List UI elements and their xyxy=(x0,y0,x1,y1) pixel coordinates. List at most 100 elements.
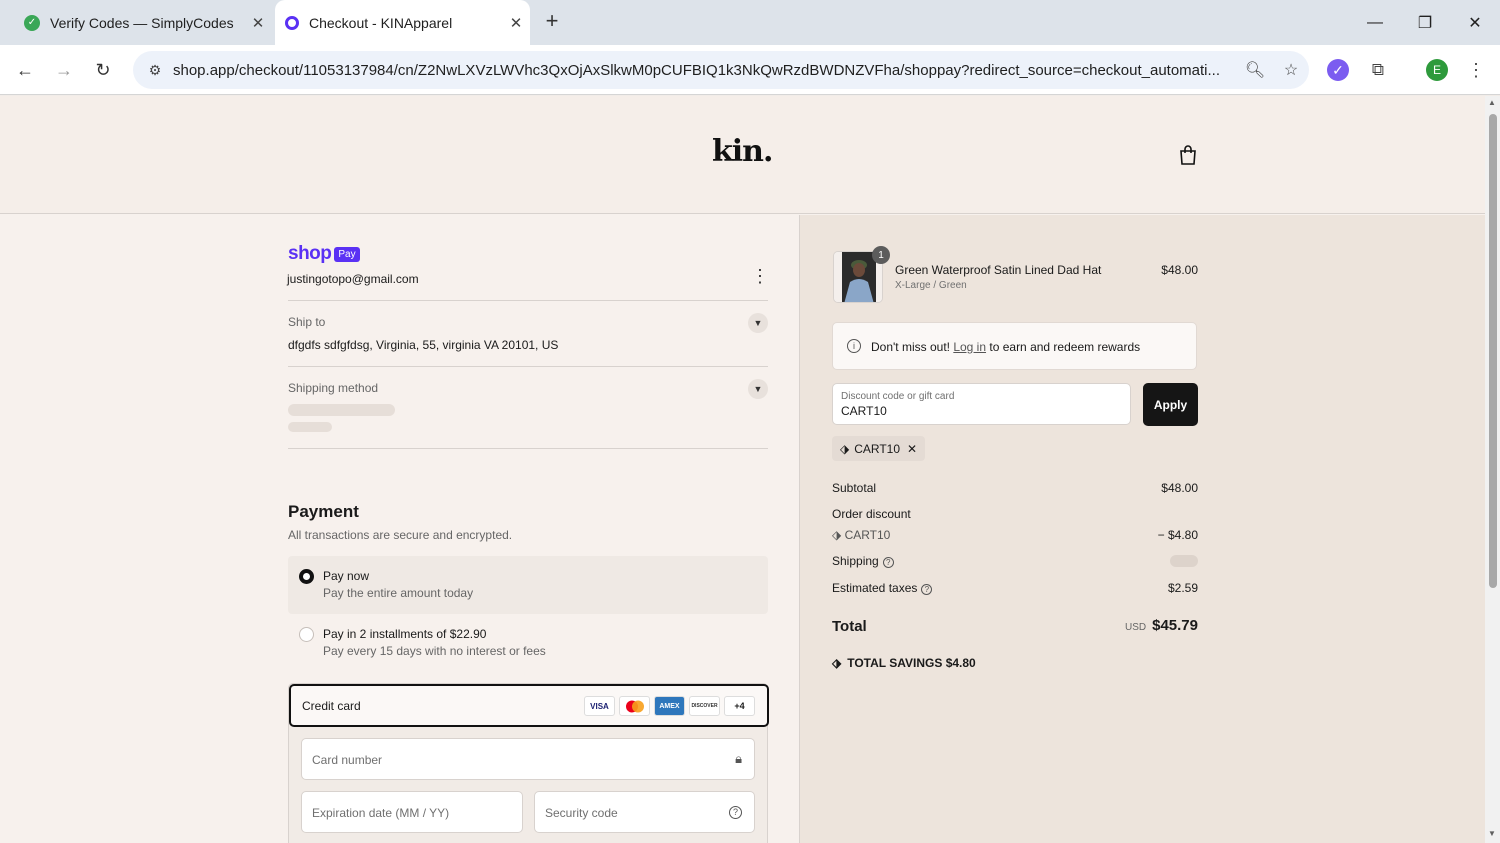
notice-suffix: to earn and redeem rewards xyxy=(989,340,1141,354)
total-savings: ⬗ TOTAL SAVINGS $4.80 xyxy=(832,656,976,670)
option-title: Pay now xyxy=(323,569,370,583)
credit-card-label: Credit card xyxy=(302,699,361,713)
site-header: kin. xyxy=(0,96,1485,214)
help-icon[interactable]: ? xyxy=(729,806,742,819)
site-settings-icon[interactable]: ⚙ xyxy=(137,62,173,79)
taxes-row: Estimated taxes? xyxy=(832,581,933,595)
checkout-form: shop Pay justingotopo@gmail.com ⋮ Ship t… xyxy=(0,215,799,843)
payment-title: Payment xyxy=(288,502,359,521)
applied-discount-chip: ⬗ CART10 ✕ xyxy=(832,436,926,461)
total-amount: $45.79 xyxy=(1152,617,1198,634)
mastercard-icon xyxy=(619,696,650,716)
discount-code-input[interactable]: Discount code or gift card CART10 xyxy=(832,383,1131,425)
forward-icon[interactable]: → xyxy=(51,57,77,83)
notice-prefix: Don't miss out! xyxy=(871,340,950,354)
visa-icon: VISA xyxy=(584,696,615,716)
account-email: justingotopo@gmail.com xyxy=(287,272,419,286)
currency-code: USD xyxy=(1124,622,1147,633)
tab-simplycodes[interactable]: ✓ Verify Codes — SimplyCodes ✕ xyxy=(10,0,272,45)
pay-now-radio[interactable] xyxy=(299,569,314,584)
quantity-badge: 1 xyxy=(872,246,890,264)
tag-icon: ⬗ xyxy=(832,656,842,670)
profile-avatar[interactable]: E xyxy=(1426,59,1448,81)
help-icon[interactable]: ? xyxy=(921,584,933,595)
simplycodes-favicon-icon: ✓ xyxy=(24,14,40,31)
discount-field-value[interactable]: CART10 xyxy=(841,404,887,418)
expiration-date-field[interactable]: Expiration date (MM / YY) xyxy=(301,791,523,833)
minimize-icon[interactable]: — xyxy=(1350,0,1400,45)
info-icon: i xyxy=(847,339,861,353)
shopping-bag-icon[interactable] xyxy=(1178,144,1198,166)
divider xyxy=(288,300,768,301)
lock-icon: 🔒︎ xyxy=(735,751,742,766)
account-menu-icon[interactable]: ⋮ xyxy=(750,267,770,285)
new-tab-icon[interactable]: + xyxy=(540,10,564,34)
scroll-down-icon[interactable]: ▼ xyxy=(1488,829,1496,838)
ship-to-address: dfgdfs sdfgfdsg, Virginia, 55, virginia … xyxy=(288,338,559,352)
scroll-up-icon[interactable]: ▲ xyxy=(1488,98,1496,107)
savings-label: TOTAL SAVINGS xyxy=(847,656,943,670)
taxes-label: Estimated taxes xyxy=(832,581,918,595)
shipping-label: Shipping xyxy=(832,554,879,568)
browser-menu-icon[interactable]: ⋮ xyxy=(1465,59,1487,81)
browser-tab-bar: ✓ Verify Codes — SimplyCodes ✕ Checkout … xyxy=(0,0,1500,45)
product-variant: X-Large / Green xyxy=(895,280,967,291)
apply-button[interactable]: Apply xyxy=(1143,383,1198,426)
subtotal-label: Subtotal xyxy=(832,481,877,495)
page-scrollbar[interactable]: ▲ ▼ xyxy=(1485,96,1500,843)
option-subtitle: Pay the entire amount today xyxy=(323,586,474,600)
restore-icon[interactable]: ❐ xyxy=(1400,0,1450,45)
tag-icon: ⬗ xyxy=(832,528,845,542)
remove-discount-icon[interactable]: ✕ xyxy=(907,442,917,456)
help-icon[interactable]: ? xyxy=(882,557,894,568)
tab-title: Verify Codes — SimplyCodes xyxy=(50,14,234,31)
rewards-notice: i Don't miss out! Log in to earn and red… xyxy=(832,322,1197,370)
scroll-thumb[interactable] xyxy=(1489,114,1497,588)
loading-skeleton xyxy=(288,422,332,432)
tab-checkout[interactable]: Checkout - KINApparel ✕ xyxy=(275,0,530,45)
shop-favicon-icon xyxy=(285,15,299,30)
chevron-down-icon[interactable]: ▼ xyxy=(748,313,768,333)
card-number-field[interactable]: Card number 🔒︎ xyxy=(301,738,755,780)
divider xyxy=(288,448,768,449)
tag-icon: ⬗ xyxy=(840,441,850,456)
shipping-method-label: Shipping method xyxy=(288,381,379,395)
pay-in-installments-option[interactable]: Pay in 2 installments of $22.90 Pay ever… xyxy=(288,614,768,672)
credit-card-header[interactable]: Credit card VISA AMEX DISCOVER +4 xyxy=(289,684,769,727)
shipping-loading-skeleton xyxy=(1170,555,1198,567)
more-card-brands: +4 xyxy=(724,696,755,716)
kin-logo[interactable]: kin. xyxy=(712,134,773,169)
pay-now-option[interactable]: Pay now Pay the entire amount today xyxy=(288,556,768,614)
bookmark-star-icon[interactable]: ☆ xyxy=(1273,60,1309,80)
close-tab-icon[interactable]: ✕ xyxy=(244,14,272,32)
reload-icon[interactable]: ↻ xyxy=(90,57,116,83)
security-code-field[interactable]: Security code ? xyxy=(534,791,755,833)
address-bar[interactable]: ⚙ shop.app/checkout/11053137984/cn/Z2NwL… xyxy=(133,51,1309,89)
ship-to-label: Ship to xyxy=(288,315,326,329)
order-discount-label: Order discount xyxy=(832,507,911,521)
discount-field-label: Discount code or gift card xyxy=(841,391,955,402)
tab-title: Checkout - KINApparel xyxy=(309,14,453,31)
shop-pay-logo: shop Pay xyxy=(288,243,360,265)
zoom-icon[interactable]: 🔍︎ xyxy=(1237,60,1273,80)
payment-subtitle: All transactions are secure and encrypte… xyxy=(288,528,513,542)
log-in-link[interactable]: Log in xyxy=(953,340,986,354)
browser-toolbar: ← → ↻ ⚙ shop.app/checkout/11053137984/cn… xyxy=(0,45,1500,95)
product-price: $48.00 xyxy=(1161,263,1198,277)
extension-simplycodes-icon[interactable]: ✓ xyxy=(1327,59,1349,81)
close-tab-icon[interactable]: ✕ xyxy=(502,14,530,32)
installments-radio[interactable] xyxy=(299,627,314,642)
close-window-icon[interactable]: ✕ xyxy=(1450,0,1500,45)
loading-skeleton xyxy=(288,404,395,416)
chevron-down-icon[interactable]: ▼ xyxy=(748,379,768,399)
order-discount-code: ⬗ CART10 xyxy=(832,528,891,542)
url-text[interactable]: shop.app/checkout/11053137984/cn/Z2NwLXV… xyxy=(173,62,1237,79)
total-value: USD $45.79 xyxy=(1060,617,1198,635)
taxes-value: $2.59 xyxy=(1167,581,1198,595)
extensions-puzzle-icon[interactable]: ⧉ xyxy=(1367,59,1389,81)
discover-icon: DISCOVER xyxy=(689,696,720,716)
back-icon[interactable]: ← xyxy=(12,57,38,83)
product-name: Green Waterproof Satin Lined Dad Hat xyxy=(895,263,1102,277)
divider xyxy=(288,366,768,367)
card-brand-logos: VISA AMEX DISCOVER +4 xyxy=(580,696,755,716)
